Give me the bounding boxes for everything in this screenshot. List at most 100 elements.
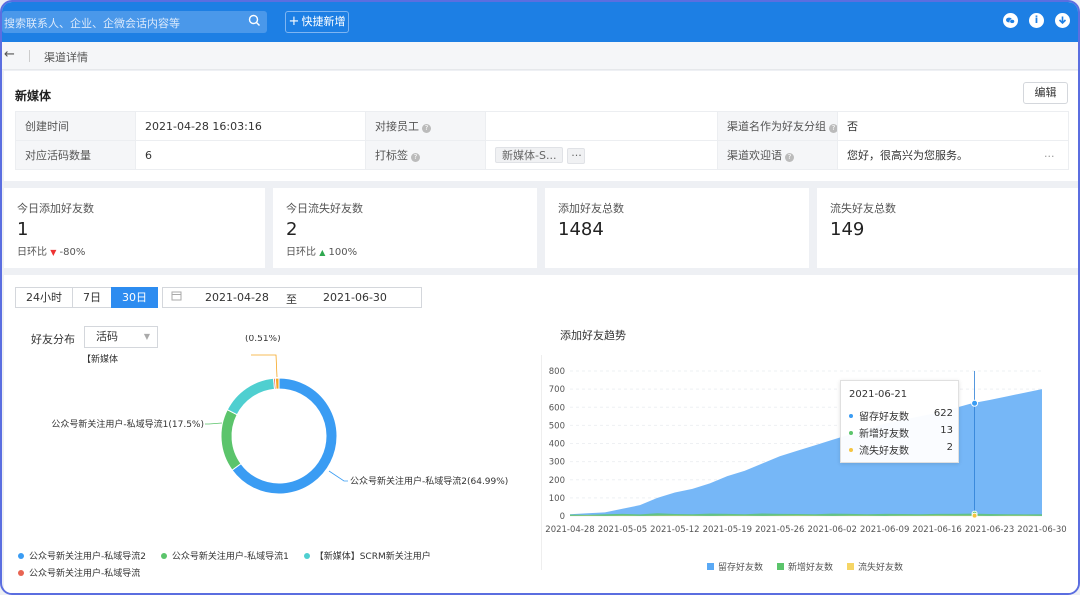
staff-value <box>485 111 718 141</box>
group-by-channel-value: 否 <box>837 111 1069 141</box>
range-30d[interactable]: 30日 <box>111 287 158 308</box>
help-icon[interactable]: ? <box>785 153 794 162</box>
search-icon[interactable] <box>248 14 261 30</box>
info-icon[interactable]: i <box>1029 13 1044 28</box>
tag-chip[interactable]: 新媒体-S... <box>495 146 564 163</box>
calendar-icon <box>171 290 182 304</box>
created-time-value: 2021-04-28 16:03:16 <box>135 111 366 141</box>
channel-name: 新媒体 <box>15 89 52 103</box>
edit-button[interactable]: 编辑 <box>1023 82 1068 104</box>
compare-label: 日环比 <box>17 247 47 258</box>
trend-legend-item[interactable]: 留存好友数 <box>707 560 763 573</box>
legend-item[interactable]: 公众号新关注用户-私域导流 <box>18 569 140 579</box>
donut-slice <box>220 409 242 471</box>
app-window: 搜索联系人、企业、企微会话内容等 + 快捷新增 i ← 渠道详情 新媒体 编辑 创… <box>0 0 1080 595</box>
range-7d[interactable]: 7日 <box>72 287 112 308</box>
search-placeholder: 搜索联系人、企业、企微会话内容等 <box>4 17 180 30</box>
stat-compare: 日环比 ▲ 100% <box>286 243 357 258</box>
divider <box>29 50 30 62</box>
legend-item[interactable]: 公众号新关注用户-私域导流1 <box>160 552 289 562</box>
tooltip-dot <box>849 431 853 435</box>
tooltip-dot <box>849 448 853 452</box>
start-date[interactable]: 2021-04-28 <box>205 291 269 304</box>
hover-point <box>971 512 978 519</box>
panel-divider <box>541 355 542 570</box>
welcome-more[interactable]: ... <box>1044 147 1055 160</box>
trend-legend-item[interactable]: 新增好友数 <box>777 560 833 573</box>
legend-item[interactable]: 【新媒体】SCRM新关注用户 <box>303 552 431 562</box>
compare-value: 100% <box>328 247 358 258</box>
date-range-picker[interactable]: 2021-04-28 至 2021-06-30 <box>162 287 422 308</box>
stat-compare: 日环比 ▼ -80% <box>17 243 85 258</box>
y-tick-label: 500 <box>549 421 565 431</box>
stat-value: 1484 <box>558 219 604 240</box>
more-tags-button[interactable]: ··· <box>567 147 586 164</box>
quick-add-button[interactable]: + 快捷新增 <box>285 11 349 33</box>
y-tick-label: 700 <box>549 385 565 395</box>
tag-label: 打标签 <box>375 149 408 162</box>
x-tick-label: 2021-06-30 <box>1017 525 1066 535</box>
tooltip-series: 新增好友数 <box>859 429 909 440</box>
y-tick-label: 800 <box>549 367 565 377</box>
wechat-icon[interactable] <box>1003 13 1018 28</box>
legend-dot <box>160 553 167 559</box>
tooltip-row: 流失好友数 2 <box>849 442 953 457</box>
x-tick-label: 2021-06-23 <box>965 525 1014 535</box>
stat-label: 添加好友总数 <box>558 202 624 215</box>
slice-label: (0.51%) <box>245 335 281 344</box>
legend-label: 公众号新关注用户-私域导流1 <box>171 552 289 562</box>
down-arrow-icon: ▼ <box>50 248 57 257</box>
tooltip-series: 流失好友数 <box>859 446 909 457</box>
x-tick-label: 2021-06-09 <box>860 525 909 535</box>
tooltip-value: 13 <box>940 425 953 436</box>
stat-label: 今日添加好友数 <box>17 202 94 215</box>
slice-label: 公众号新关注用户-私域导流2(64.99%) <box>350 475 508 487</box>
page-title: 渠道详情 <box>44 51 88 64</box>
x-tick-label: 2021-05-19 <box>703 525 752 535</box>
end-date[interactable]: 2021-06-30 <box>323 291 387 304</box>
search-input[interactable]: 搜索联系人、企业、企微会话内容等 <box>2 11 267 33</box>
back-arrow-icon[interactable]: ← <box>4 47 15 62</box>
stat-card: 流失好友总数 149 <box>817 188 1078 268</box>
leader-line <box>205 422 223 425</box>
stat-label: 流失好友总数 <box>830 202 896 215</box>
y-tick-label: 200 <box>549 476 565 486</box>
welcome-value-cell: 您好，很高兴为您服务。... <box>837 140 1069 170</box>
analytics-panel: 24小时 7日 30日 2021-04-28 至 2021-06-30 好友分布… <box>4 275 1078 593</box>
legend-swatch <box>777 563 784 570</box>
range-selector: 24小时 7日 30日 <box>15 287 158 308</box>
welcome-label: 渠道欢迎语 <box>727 149 782 162</box>
stat-value: 2 <box>286 219 298 240</box>
help-icon[interactable]: ? <box>829 124 837 133</box>
staff-label: 对接员工 <box>375 120 419 133</box>
stat-card: 添加好友总数 1484 <box>545 188 809 268</box>
area-series-留存好友数 <box>570 389 1042 516</box>
legend-label: 公众号新关注用户-私域导流2 <box>29 552 146 562</box>
y-tick-label: 300 <box>549 458 565 468</box>
quick-add-label: 快捷新增 <box>301 15 346 28</box>
top-bar: 搜索联系人、企业、企微会话内容等 + 快捷新增 i <box>2 2 1078 42</box>
code-count-label: 对应活码数量 <box>15 140 136 170</box>
up-arrow-icon: ▲ <box>319 248 326 257</box>
trend-legend-item[interactable]: 流失好友数 <box>847 560 903 573</box>
legend-item[interactable]: 公众号新关注用户-私域导流2 <box>18 552 146 562</box>
y-tick-label: 0 <box>560 512 565 522</box>
y-tick-label: 400 <box>549 440 565 450</box>
group-by-channel-label: 渠道名作为好友分组 <box>727 120 826 133</box>
legend-dot <box>18 553 24 559</box>
tooltip-date: 2021-06-21 <box>849 389 908 400</box>
stat-value: 1 <box>17 219 29 240</box>
friend-trend-chart: 0 100 200 300 400 500 600 700 800 2021-04-28 2021-… <box>545 367 1066 535</box>
table-row: 创建时间 2021-04-28 16:03:16 对接员工? 渠道名作为好友分组… <box>15 111 1069 141</box>
help-icon[interactable]: ? <box>411 153 420 162</box>
tooltip-value: 2 <box>946 442 953 453</box>
range-24h[interactable]: 24小时 <box>15 287 73 308</box>
help-icon[interactable]: ? <box>422 124 431 133</box>
code-count-value: 6 <box>135 140 366 170</box>
donut-slice <box>274 377 280 390</box>
download-icon[interactable] <box>1055 13 1070 28</box>
slice-label: 【新媒体 <box>82 353 118 365</box>
pie-legend-row: 公众号新关注用户-私域导流2 公众号新关注用户-私域导流1 【新媒体】SCRM新… <box>18 549 431 562</box>
leader-line <box>251 354 278 378</box>
compare-value: -80% <box>59 247 86 258</box>
